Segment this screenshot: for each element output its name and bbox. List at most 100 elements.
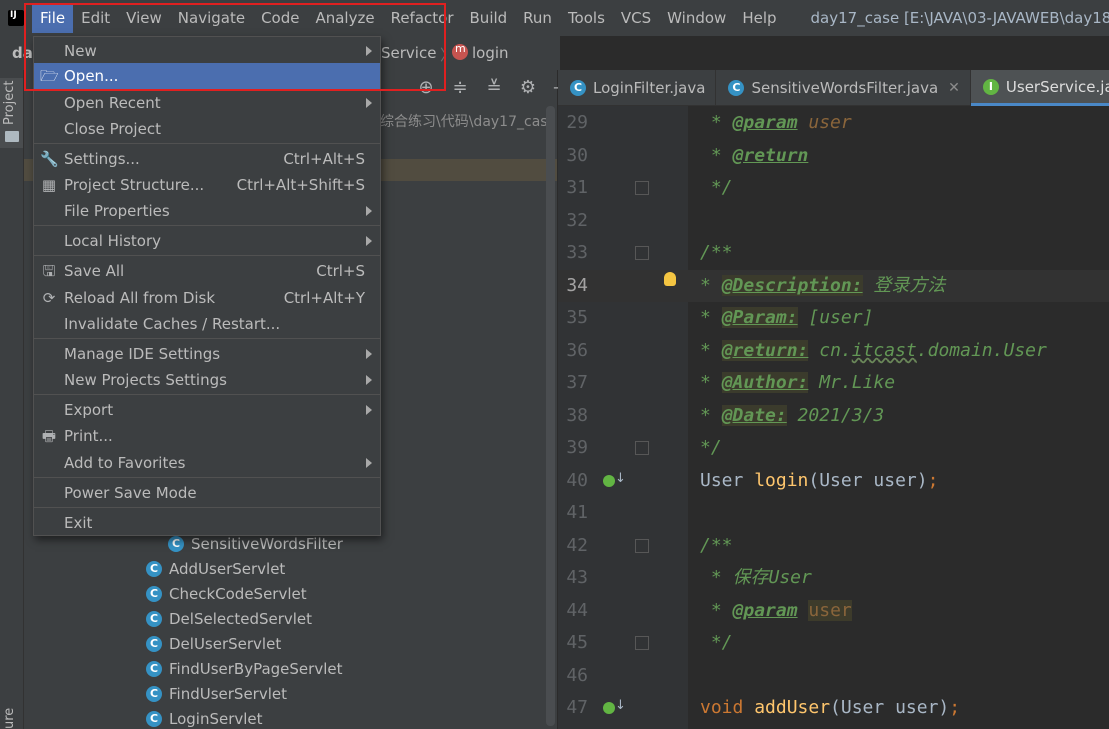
code-line-33: /** bbox=[700, 242, 733, 263]
lightbulb-icon[interactable] bbox=[664, 272, 676, 286]
menu-item-open-recent[interactable]: Open Recent bbox=[34, 90, 380, 116]
menu-refactor[interactable]: Refactor bbox=[383, 0, 462, 36]
line-number: 39 bbox=[566, 437, 588, 458]
menu-item-export[interactable]: Export bbox=[34, 397, 380, 423]
menu-item-manage-ide-settings[interactable]: Manage IDE Settings bbox=[34, 341, 380, 367]
line-number: 33 bbox=[566, 242, 588, 263]
menu-build[interactable]: Build bbox=[462, 0, 516, 36]
line-number: 29 bbox=[566, 112, 588, 133]
tree-item-deluserservlet[interactable]: C DelUserServlet bbox=[146, 632, 281, 656]
implemented-icon[interactable] bbox=[603, 702, 615, 714]
code-line-31: */ bbox=[700, 177, 733, 198]
tree-item-label: FindUserServlet bbox=[169, 685, 287, 703]
class-icon: C bbox=[570, 80, 586, 96]
fold-icon[interactable] bbox=[635, 181, 649, 195]
tree-item-finduserservlet[interactable]: C FindUserServlet bbox=[146, 682, 287, 706]
implemented-icon[interactable] bbox=[603, 475, 615, 487]
tree-item-adduserservlet[interactable]: C AddUserServlet bbox=[146, 557, 285, 581]
submenu-arrow-icon bbox=[366, 206, 372, 216]
breadcrumb-project[interactable]: da bbox=[12, 44, 33, 62]
submenu-arrow-icon bbox=[366, 98, 372, 108]
menu-item-invalidate-caches[interactable]: Invalidate Caches / Restart... bbox=[34, 311, 380, 337]
menu-item-close-project[interactable]: Close Project bbox=[34, 116, 380, 142]
menu-item-project-structure[interactable]: ▦ Project Structure... Ctrl+Alt+Shift+S bbox=[34, 172, 380, 198]
menu-help[interactable]: Help bbox=[734, 0, 784, 36]
menu-code[interactable]: Code bbox=[253, 0, 307, 36]
menu-item-reload[interactable]: ⟳ Reload All from Disk Ctrl+Alt+Y bbox=[34, 285, 380, 311]
breadcrumb-service[interactable]: Service bbox=[381, 44, 436, 62]
tab-sensitivewordsfilter[interactable]: C SensitiveWordsFilter.java ✕ bbox=[716, 70, 971, 106]
code-line-37: * @Author: Mr.Like bbox=[700, 372, 896, 393]
menu-item-open[interactable]: 🗁 Open... bbox=[34, 63, 380, 89]
code-line-42: /** bbox=[700, 535, 733, 556]
project-structure-icon: ▦ bbox=[41, 176, 57, 194]
code-line-45: */ bbox=[700, 632, 733, 653]
expand-all-icon[interactable]: ≑ bbox=[450, 78, 470, 98]
tree-item-label: DelUserServlet bbox=[169, 635, 282, 653]
tab-loginfilter[interactable]: C LoginFilter.java bbox=[558, 70, 717, 106]
locate-icon[interactable]: ⊕ bbox=[416, 78, 436, 98]
arrow-down-icon: ↓ bbox=[615, 698, 626, 713]
code-line-30: * @return bbox=[700, 145, 809, 166]
menu-item-new-projects-settings[interactable]: New Projects Settings bbox=[34, 367, 380, 393]
menu-item-settings[interactable]: 🔧 Settings... Ctrl+Alt+S bbox=[34, 146, 380, 172]
menu-item-save-all[interactable]: 🖫 Save All Ctrl+S bbox=[34, 258, 380, 284]
tree-item-finduserbypageservlet[interactable]: C FindUserByPageServlet bbox=[146, 657, 342, 681]
collapse-all-icon[interactable]: ≚ bbox=[484, 78, 504, 98]
menu-view[interactable]: View bbox=[118, 0, 170, 36]
fold-icon[interactable] bbox=[635, 539, 649, 553]
left-tool-stripe bbox=[0, 70, 24, 729]
method-icon bbox=[452, 42, 468, 60]
menu-edit[interactable]: Edit bbox=[73, 0, 118, 36]
menu-item-print[interactable]: 🖶 Print... bbox=[34, 423, 380, 449]
line-number: 45 bbox=[566, 632, 588, 653]
menu-item-local-history[interactable]: Local History bbox=[34, 228, 380, 254]
class-icon: C bbox=[146, 636, 162, 652]
menu-run[interactable]: Run bbox=[515, 0, 560, 36]
fold-icon[interactable] bbox=[635, 246, 649, 260]
tree-item-loginservlet[interactable]: C LoginServlet bbox=[146, 707, 263, 729]
menu-item-add-to-favorites[interactable]: Add to Favorites bbox=[34, 450, 380, 476]
interface-icon: I bbox=[982, 78, 999, 95]
fold-icon[interactable] bbox=[635, 636, 649, 650]
tree-item-delselectedservlet[interactable]: C DelSelectedServlet bbox=[146, 607, 312, 631]
window-title: day17_case [E:\JAVA\03-JAVAWEB\day18_s bbox=[810, 9, 1109, 27]
gear-icon[interactable]: ⚙ bbox=[518, 78, 538, 98]
code-line-47: void addUser(User user); bbox=[700, 697, 961, 718]
menu-navigate[interactable]: Navigate bbox=[170, 0, 253, 36]
class-icon: C bbox=[168, 536, 184, 552]
breadcrumb-login[interactable]: login bbox=[452, 42, 509, 62]
project-path: 综合练习\代码\day17_cas bbox=[380, 114, 548, 130]
class-icon: C bbox=[146, 711, 162, 727]
intellij-logo-icon: IJ bbox=[6, 8, 26, 28]
tree-item-checkcodeservlet[interactable]: C CheckCodeServlet bbox=[146, 582, 307, 606]
menu-window[interactable]: Window bbox=[659, 0, 734, 36]
menu-file[interactable]: File bbox=[32, 3, 74, 33]
folder-icon bbox=[5, 131, 19, 142]
submenu-arrow-icon bbox=[366, 405, 372, 415]
tree-item-label: SensitiveWordsFilter bbox=[191, 535, 343, 553]
close-icon[interactable]: ✕ bbox=[948, 80, 960, 96]
fold-icon[interactable] bbox=[635, 441, 649, 455]
printer-icon: 🖶 bbox=[41, 427, 57, 445]
tab-label: LoginFilter.java bbox=[593, 79, 706, 97]
menu-vcs[interactable]: VCS bbox=[613, 0, 659, 36]
menu-item-file-properties[interactable]: File Properties bbox=[34, 198, 380, 224]
menu-item-power-save-mode[interactable]: Power Save Mode bbox=[34, 480, 380, 506]
menu-item-new[interactable]: New bbox=[34, 38, 380, 64]
menu-item-exit[interactable]: Exit bbox=[34, 510, 380, 536]
menu-separator bbox=[34, 477, 380, 478]
wrench-icon: 🔧 bbox=[40, 150, 59, 168]
menu-separator bbox=[34, 507, 380, 508]
scrollbar[interactable] bbox=[546, 106, 555, 726]
code-line-36: * @return: cn.itcast.domain.User bbox=[700, 340, 1047, 361]
line-number: 44 bbox=[566, 600, 588, 621]
code-line-39: */ bbox=[700, 437, 722, 458]
menu-tools[interactable]: Tools bbox=[560, 0, 613, 36]
code-line-44: * @param user bbox=[700, 600, 852, 621]
code-line-38: * @Date: 2021/3/3 bbox=[700, 405, 885, 426]
tree-item-label: CheckCodeServlet bbox=[169, 585, 307, 603]
structure-tool-label[interactable]: ure bbox=[2, 708, 17, 729]
tab-userservice[interactable]: I UserService.ja bbox=[970, 70, 1109, 106]
menu-analyze[interactable]: Analyze bbox=[307, 0, 382, 36]
